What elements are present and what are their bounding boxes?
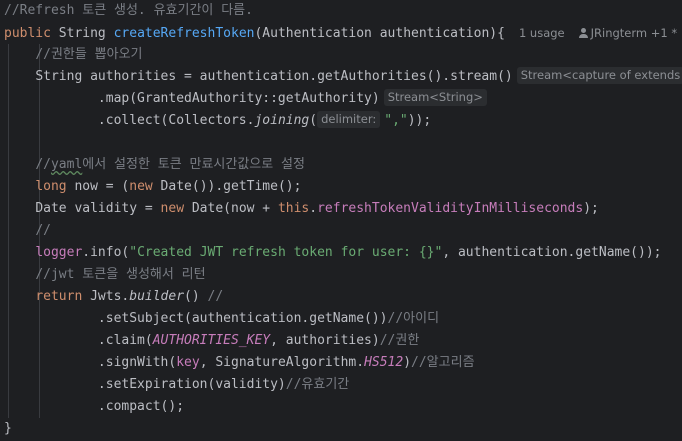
code-text: Jwts.	[82, 289, 130, 304]
code-line-1[interactable]: //Refresh 토큰 생성. 유효기간이 다름.	[0, 0, 682, 22]
code-line-9[interactable]: long now = (new Date()).getTime();	[0, 176, 682, 198]
code-line-16[interactable]: .claim(AUTHORITIES_KEY, authorities)//권한	[0, 330, 682, 352]
comment: //알고리즘	[411, 355, 475, 370]
comment-text: 에서 설정한 토큰 만료시간값으로 설정	[82, 157, 305, 172]
comment-slashes: //	[35, 157, 51, 172]
author-hint[interactable]: JRingterm +1 *	[578, 26, 678, 40]
comment: //아이디	[387, 311, 440, 326]
keyword-return: return	[35, 289, 83, 304]
code-line-6[interactable]: .collect(Collectors.joining(delimiter: ",…	[0, 110, 682, 132]
code-text: , authorities)	[270, 333, 380, 348]
parameter-hint[interactable]: delimiter:	[317, 111, 381, 128]
keyword-long: long	[35, 179, 67, 194]
string-literal: "Created JWT refresh token for user: {}"	[129, 245, 443, 260]
keyword-public: public	[4, 26, 51, 41]
code-line-15[interactable]: .setSubject(authentication.getName())//아…	[0, 308, 682, 330]
code-text: .	[309, 201, 318, 216]
comment: //권한들 뽑아오기	[35, 47, 143, 62]
code-line-14[interactable]: return Jwts.builder() //	[0, 286, 682, 308]
code-line-18[interactable]: .setExpiration(validity)//유효기간	[0, 374, 682, 396]
comment: //yaml에서 설정한 토큰 만료시간값으로 설정	[35, 157, 305, 172]
code-text: , authentication.getName());	[442, 245, 662, 260]
code-line-4[interactable]: String authorities = authentication.getA…	[0, 66, 682, 88]
code-line-11[interactable]: //	[0, 220, 682, 242]
type-hint[interactable]: Stream<String>	[383, 89, 487, 106]
comment: //	[35, 223, 51, 238]
comment: //	[207, 289, 224, 304]
code-line-2[interactable]: public String createRefreshToken(Authent…	[0, 22, 682, 44]
code-text: .compact();	[97, 399, 185, 414]
code-text: Date()).getTime();	[152, 179, 302, 194]
comment: //권한	[379, 333, 420, 348]
code-text: .collect(Collectors.	[97, 113, 255, 128]
method-params: (Authentication authentication){	[254, 26, 505, 41]
constant-reference: AUTHORITIES_KEY	[152, 333, 271, 348]
string-literal: ","	[384, 113, 408, 128]
field-logger: logger	[35, 245, 83, 260]
code-line-5[interactable]: .map(GrantedAuthority::getAuthority) Stre…	[0, 88, 682, 110]
code-text: .signWith(	[97, 355, 177, 370]
code-line-12[interactable]: logger.info("Created JWT refresh token f…	[0, 242, 682, 264]
code-text: .setExpiration(validity)	[97, 377, 286, 392]
keyword-new: new	[160, 201, 185, 216]
closing-brace: }	[4, 421, 12, 436]
code-line-10[interactable]: Date validity = new Date(now + this.refr…	[0, 198, 682, 220]
static-method: joining	[254, 113, 310, 128]
code-text: Date(now +	[184, 201, 278, 216]
code-text: ()	[184, 289, 208, 304]
code-line-13[interactable]: //jwt 토큰을 생성해서 리턴	[0, 264, 682, 286]
code-editor[interactable]: //Refresh 토큰 생성. 유효기간이 다름. public String…	[0, 0, 682, 441]
code-text: .info(	[82, 245, 130, 260]
keyword-new: new	[129, 179, 153, 194]
comment: //jwt 토큰을 생성해서 리턴	[35, 267, 206, 282]
user-icon	[578, 28, 588, 38]
code-line-19[interactable]: .compact();	[0, 396, 682, 418]
author-label: JRingterm +1 *	[590, 26, 678, 40]
code-text: Date validity =	[35, 201, 161, 216]
keyword-this: this	[277, 201, 310, 216]
code-line-8[interactable]: //yaml에서 설정한 토큰 만료시간값으로 설정	[0, 154, 682, 176]
static-method: builder	[129, 289, 185, 304]
comment: //유효기간	[285, 377, 350, 392]
type-hint[interactable]: Stream<capture of extends	[516, 67, 682, 84]
code-text: )	[403, 355, 412, 370]
code-text: (	[309, 113, 318, 128]
code-text: .map(GrantedAuthority::getAuthority)	[97, 91, 380, 106]
code-line-20[interactable]: }	[0, 418, 682, 440]
code-text: .setSubject(authentication.getName())	[97, 311, 388, 326]
comment: //Refresh 토큰 생성. 유효기간이 다름.	[4, 3, 253, 18]
code-text: ));	[407, 113, 432, 128]
code-line-7[interactable]	[0, 132, 682, 154]
code-text: .claim(	[97, 333, 153, 348]
field-key: key	[176, 355, 200, 370]
code-line-3[interactable]: //권한들 뽑아오기	[0, 44, 682, 66]
usage-hint[interactable]: 1 usage	[519, 26, 565, 40]
code-line-17[interactable]: .signWith(key, SignatureAlgorithm.HS512)…	[0, 352, 682, 374]
code-text: now = (	[66, 179, 130, 194]
field-reference: refreshTokenValidityInMilliseconds	[317, 201, 584, 216]
type-string: String	[50, 26, 114, 41]
method-name[interactable]: createRefreshToken	[114, 26, 255, 41]
typo-word: yaml	[50, 157, 83, 172]
constant-reference: HS512	[364, 355, 404, 370]
code-text: , SignatureAlgorithm.	[199, 355, 365, 370]
code-text: );	[583, 201, 599, 216]
code-text: String authorities = authentication.getA…	[35, 69, 513, 84]
